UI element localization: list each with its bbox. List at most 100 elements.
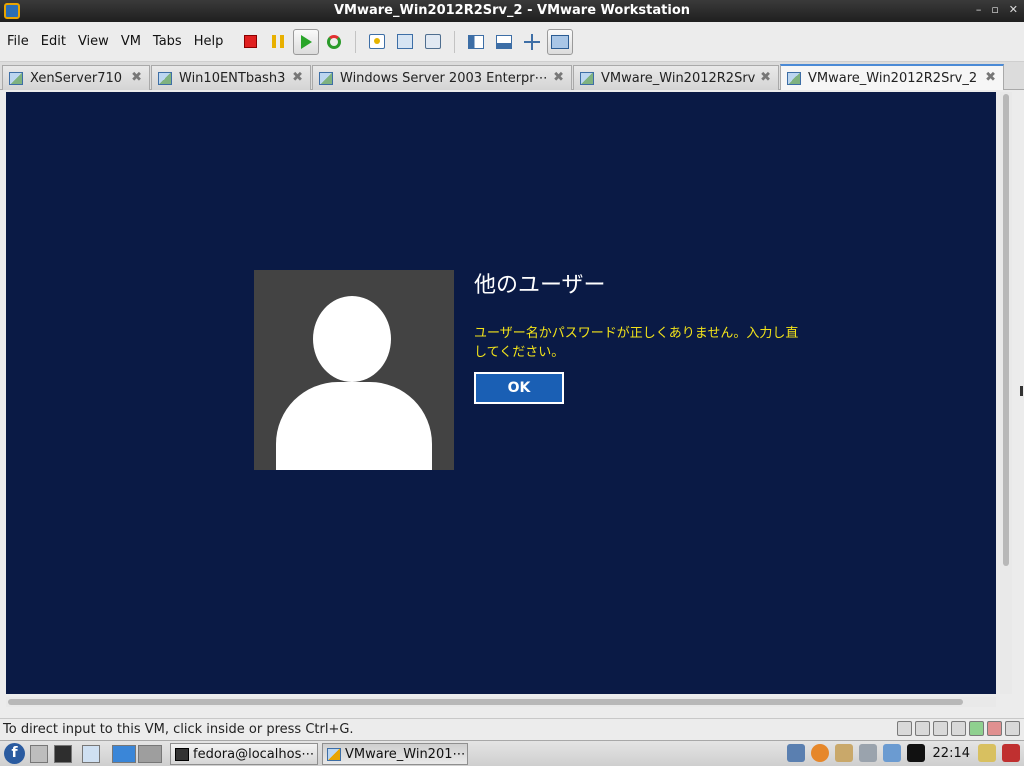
fit-guest-icon bbox=[524, 33, 541, 50]
edge-marker bbox=[1020, 386, 1023, 396]
toolbar-separator bbox=[454, 30, 456, 53]
file-manager-icon[interactable] bbox=[30, 745, 48, 763]
horizontal-scrollbar[interactable] bbox=[6, 697, 996, 707]
menu-bar: File Edit View VM Tabs Help bbox=[0, 34, 229, 49]
pause-button[interactable] bbox=[265, 29, 291, 55]
window-title: VMware_Win2012R2Srv_2 - VMware Workstati… bbox=[333, 3, 690, 18]
vmware-icon bbox=[327, 747, 341, 761]
scroll-thumb[interactable] bbox=[8, 699, 963, 705]
login-error-message: ユーザー名かパスワードが正しくありません。入力し直してください。 bbox=[474, 326, 799, 360]
tab-vmware-win2012r2srv[interactable]: VMware_Win2012R2Srv ✖ bbox=[573, 65, 779, 90]
dropbox-icon[interactable] bbox=[906, 744, 925, 762]
tab-close-icon[interactable]: ✖ bbox=[553, 70, 564, 85]
revert-snapshot-icon bbox=[397, 34, 414, 49]
network-tray-icon[interactable] bbox=[786, 744, 805, 762]
vm-icon bbox=[580, 71, 594, 85]
restart-icon bbox=[327, 34, 342, 49]
workspace-2[interactable] bbox=[138, 745, 162, 763]
logout-icon[interactable] bbox=[1002, 744, 1020, 762]
sound-icon[interactable] bbox=[987, 721, 1002, 736]
input-method-icon[interactable] bbox=[810, 744, 829, 762]
vertical-scrollbar[interactable] bbox=[1000, 92, 1012, 694]
tab-label: Win10ENTbash3 bbox=[179, 70, 286, 86]
library-view-icon bbox=[468, 34, 485, 49]
vm-display-frame: 他のユーザー ユーザー名かパスワードが正しくありません。入力し直してください。 … bbox=[0, 90, 1024, 718]
menu-toolbar: File Edit View VM Tabs Help bbox=[0, 22, 1024, 62]
vm-icon bbox=[158, 71, 172, 85]
snapshot-button[interactable] bbox=[364, 29, 390, 55]
volume-icon[interactable] bbox=[858, 744, 877, 762]
fedora-menu-icon[interactable]: f bbox=[4, 743, 25, 764]
task-vmware[interactable]: VMware_Win201⋯ bbox=[322, 743, 468, 765]
terminal-icon bbox=[175, 747, 189, 761]
pause-icon bbox=[272, 35, 285, 48]
task-label: VMware_Win201⋯ bbox=[345, 746, 466, 762]
snapshot-manager-icon bbox=[425, 34, 442, 49]
tab-close-icon[interactable]: ✖ bbox=[760, 70, 771, 85]
console-view-button[interactable] bbox=[491, 29, 517, 55]
printer-icon[interactable] bbox=[951, 721, 966, 736]
menu-edit[interactable]: Edit bbox=[35, 34, 72, 49]
clipboard-icon[interactable] bbox=[834, 744, 853, 762]
menu-vm[interactable]: VM bbox=[115, 34, 147, 49]
tab-close-icon[interactable]: ✖ bbox=[292, 70, 303, 85]
user-avatar bbox=[254, 270, 454, 470]
library-view-button[interactable] bbox=[463, 29, 489, 55]
system-tray: 22:14 bbox=[786, 744, 1020, 762]
close-icon[interactable]: ✕ bbox=[1009, 3, 1018, 16]
play-button[interactable] bbox=[293, 28, 320, 55]
notification-icon[interactable] bbox=[978, 744, 996, 762]
terminal-icon[interactable] bbox=[54, 745, 72, 763]
avatar-body bbox=[276, 382, 432, 470]
window-controls: – ▫ ✕ bbox=[976, 3, 1018, 16]
status-bar: To direct input to this VM, click inside… bbox=[0, 718, 1024, 740]
avatar-head bbox=[313, 296, 391, 382]
network-icon[interactable] bbox=[933, 721, 948, 736]
tab-close-icon[interactable]: ✖ bbox=[985, 70, 996, 85]
snapshot-icon bbox=[369, 34, 386, 49]
minimize-icon[interactable]: – bbox=[976, 3, 982, 16]
fit-guest-button[interactable] bbox=[519, 29, 545, 55]
console-view-icon bbox=[496, 34, 513, 49]
vm-icon bbox=[787, 71, 801, 85]
full-screen-button[interactable] bbox=[547, 28, 574, 55]
stop-button[interactable] bbox=[237, 29, 263, 55]
tab-label: XenServer710 bbox=[30, 70, 123, 86]
task-label: fedora@localhos⋯ bbox=[193, 746, 315, 762]
hard-disk-icon[interactable] bbox=[897, 721, 912, 736]
menu-file[interactable]: File bbox=[1, 34, 35, 49]
usb-icon[interactable] bbox=[969, 721, 984, 736]
menu-view[interactable]: View bbox=[72, 34, 115, 49]
full-screen-icon bbox=[551, 34, 570, 49]
tab-win10entbash3[interactable]: Win10ENTbash3 ✖ bbox=[151, 65, 311, 90]
device-status-icons bbox=[897, 721, 1020, 736]
vm-tab-bar: XenServer710 ✖ Win10ENTbash3 ✖ Windows S… bbox=[0, 62, 1024, 90]
toolbar-separator bbox=[355, 30, 357, 53]
title-bar: VMware_Win2012R2Srv_2 - VMware Workstati… bbox=[0, 0, 1024, 22]
vm-icon bbox=[319, 71, 333, 85]
menu-tabs[interactable]: Tabs bbox=[147, 34, 188, 49]
tab-label: VMware_Win2012R2Srv_2 bbox=[808, 70, 978, 86]
vm-guest-screen[interactable]: 他のユーザー ユーザー名かパスワードが正しくありません。入力し直してください。 … bbox=[6, 92, 996, 694]
revert-snapshot-button[interactable] bbox=[392, 29, 418, 55]
ok-button[interactable]: OK bbox=[474, 372, 564, 404]
stop-icon bbox=[243, 35, 257, 48]
tab-close-icon[interactable]: ✖ bbox=[131, 70, 142, 85]
input-hint: To direct input to this VM, click inside… bbox=[3, 722, 354, 737]
snapshot-manager-button[interactable] bbox=[420, 29, 446, 55]
tab-xenserver710[interactable]: XenServer710 ✖ bbox=[2, 65, 150, 90]
cd-drive-icon[interactable] bbox=[915, 721, 930, 736]
restart-button[interactable] bbox=[321, 29, 347, 55]
message-icon[interactable] bbox=[1005, 721, 1020, 736]
tab-windows-server-2003[interactable]: Windows Server 2003 Enterpr⋯ ✖ bbox=[312, 65, 572, 90]
task-terminal[interactable]: fedora@localhos⋯ bbox=[170, 743, 318, 765]
maximize-icon[interactable]: ▫ bbox=[991, 3, 998, 16]
workspace-1[interactable] bbox=[112, 745, 136, 763]
scroll-thumb[interactable] bbox=[1003, 94, 1009, 566]
clock[interactable]: 22:14 bbox=[933, 746, 970, 761]
menu-help[interactable]: Help bbox=[188, 34, 230, 49]
tab-vmware-win2012r2srv-2[interactable]: VMware_Win2012R2Srv_2 ✖ bbox=[780, 64, 1004, 90]
play-icon bbox=[300, 34, 312, 49]
show-desktop-icon[interactable] bbox=[82, 745, 100, 763]
vmware-tray-icon[interactable] bbox=[882, 744, 901, 762]
